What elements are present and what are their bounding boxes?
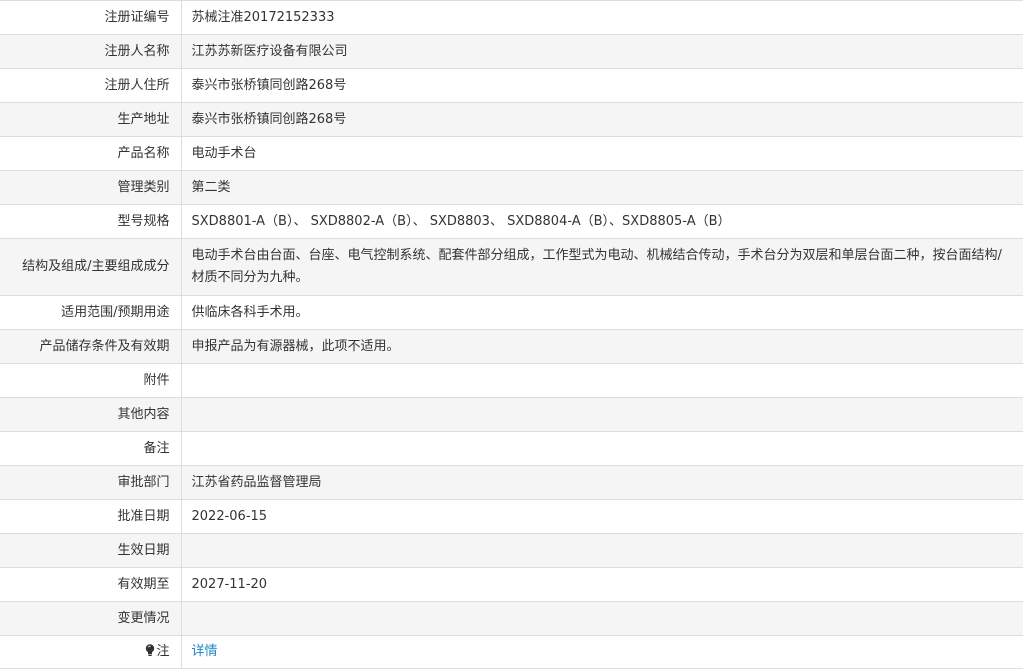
row-label: 结构及组成/主要组成成分 — [0, 238, 182, 296]
row-value — [181, 432, 1023, 466]
row-structure-composition: 结构及组成/主要组成成分 电动手术台由台面、台座、电气控制系统、配套件部分组成，… — [0, 238, 1023, 296]
row-label: 备注 — [0, 431, 182, 466]
row-value — [181, 364, 1023, 398]
row-other-content: 其他内容 — [0, 397, 1023, 432]
note-label-cell: 注 — [0, 635, 182, 669]
row-change-status: 变更情况 — [0, 601, 1023, 636]
row-label: 注册人住所 — [0, 68, 182, 103]
row-value — [181, 534, 1023, 568]
row-label: 型号规格 — [0, 204, 182, 239]
row-value: 电动手术台 — [191, 145, 257, 161]
note-value-cell: 详情 — [181, 636, 1023, 669]
row-registration-number: 注册证编号 苏械注准20172152333 — [0, 0, 1023, 35]
row-effective-date: 生效日期 — [0, 533, 1023, 568]
row-registrant-address: 注册人住所 泰兴市张桥镇同创路268号 — [0, 68, 1023, 103]
row-label: 适用范围/预期用途 — [0, 295, 182, 330]
row-label: 产品名称 — [0, 136, 182, 171]
details-link[interactable]: 详情 — [192, 644, 218, 659]
lightbulb-icon — [145, 643, 155, 656]
row-storage-validity: 产品储存条件及有效期 申报产品为有源器械，此项不适用。 — [0, 329, 1023, 364]
row-label: 产品储存条件及有效期 — [0, 329, 182, 364]
row-management-category: 管理类别 第二类 — [0, 170, 1023, 205]
row-valid-until: 有效期至 2027-11-20 — [0, 567, 1023, 602]
row-production-address: 生产地址 泰兴市张桥镇同创路268号 — [0, 102, 1023, 137]
row-value: 第二类 — [191, 179, 231, 195]
row-label: 注册人名称 — [0, 34, 182, 69]
row-intended-use: 适用范围/预期用途 供临床各科手术用。 — [0, 295, 1023, 330]
row-value: 2022-06-15 — [191, 508, 268, 524]
row-label: 批准日期 — [0, 499, 182, 534]
row-label: 其他内容 — [0, 397, 182, 432]
row-value: 供临床各科手术用。 — [191, 304, 309, 320]
row-label: 注册证编号 — [0, 0, 182, 35]
registration-detail-table: 注册证编号 苏械注准20172152333 注册人名称 江苏苏新医疗设备有限公司… — [0, 0, 1023, 669]
row-label: 有效期至 — [0, 567, 182, 602]
row-registrant-name: 注册人名称 江苏苏新医疗设备有限公司 — [0, 34, 1023, 69]
row-label: 管理类别 — [0, 170, 182, 205]
row-label: 审批部门 — [0, 465, 182, 500]
note-label: 注 — [156, 644, 170, 659]
row-label: 变更情况 — [0, 601, 182, 636]
row-approval-date: 批准日期 2022-06-15 — [0, 499, 1023, 534]
row-value: 苏械注准20172152333 — [191, 9, 335, 25]
row-label: 生效日期 — [0, 533, 182, 568]
row-label: 附件 — [0, 363, 182, 398]
row-product-name: 产品名称 电动手术台 — [0, 136, 1023, 171]
row-value: SXD8801-A（B）、 SXD8802-A（B）、 SXD8803、 SXD… — [191, 213, 731, 229]
row-attachment: 附件 — [0, 363, 1023, 398]
row-value — [181, 398, 1023, 432]
row-remarks: 备注 — [0, 431, 1023, 466]
row-model-specification: 型号规格 SXD8801-A（B）、 SXD8802-A（B）、 SXD8803… — [0, 204, 1023, 239]
row-value: 江苏苏新医疗设备有限公司 — [191, 43, 348, 59]
row-value: 江苏省药品监督管理局 — [191, 474, 322, 490]
row-value: 泰兴市张桥镇同创路268号 — [191, 77, 347, 93]
row-value: 申报产品为有源器械，此项不适用。 — [191, 338, 400, 354]
row-value: 泰兴市张桥镇同创路268号 — [191, 111, 347, 127]
row-note: 注 详情 — [0, 635, 1023, 669]
row-approval-department: 审批部门 江苏省药品监督管理局 — [0, 465, 1023, 500]
row-value — [181, 602, 1023, 636]
row-value: 电动手术台由台面、台座、电气控制系统、配套件部分组成，工作型式为电动、机械结合传… — [191, 248, 1002, 285]
row-label: 生产地址 — [0, 102, 182, 137]
row-value: 2027-11-20 — [191, 576, 268, 592]
